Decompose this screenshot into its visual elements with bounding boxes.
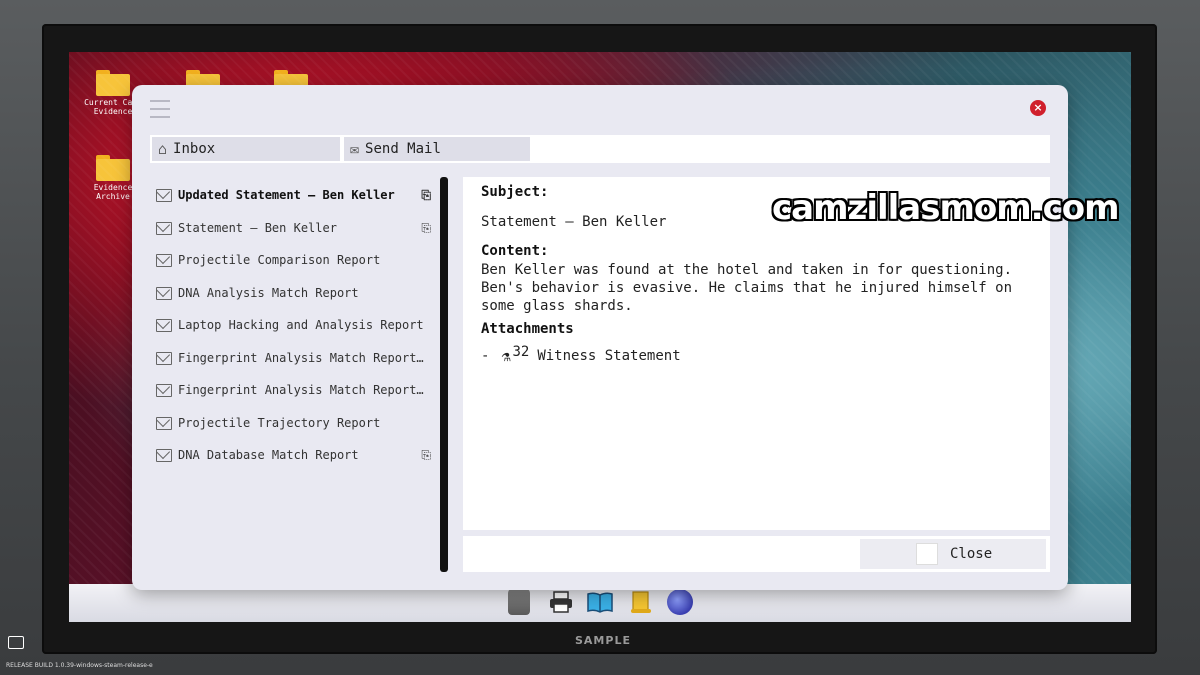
mail-footer: Close — [463, 536, 1050, 572]
content-body: Ben Keller was found at the hotel and ta… — [481, 262, 1013, 314]
book-icon[interactable] — [586, 589, 614, 615]
envelope-open-icon — [156, 253, 172, 267]
message-row[interactable]: Updated Statement — Ben Keller ⎘ — [156, 184, 431, 206]
envelope-open-icon — [156, 416, 172, 430]
envelope-open-icon — [156, 351, 172, 365]
envelope-open-icon — [156, 448, 172, 462]
tab-label: Send Mail — [365, 141, 441, 157]
message-subject: Fingerprint Analysis Match Report — … — [178, 351, 430, 365]
folder-icon — [96, 155, 130, 181]
inbox-icon: ⌂ — [158, 140, 168, 158]
build-label: RELEASE BUILD 1.0.39-windows-steam-relea… — [6, 662, 153, 669]
close-button-icon — [916, 543, 938, 565]
scroll-icon[interactable] — [628, 589, 654, 615]
attachment-item[interactable]: - ⚗ 32 Witness Statement — [481, 344, 1021, 365]
message-row[interactable]: Statement — Ben Keller ⎘ — [156, 217, 431, 239]
message-row[interactable]: DNA Database Match Report ⎘ — [156, 444, 431, 466]
attachment-prefix: - — [481, 348, 490, 364]
watermark-text: camzillasmom.com — [772, 188, 1120, 228]
close-button-label: Close — [950, 546, 993, 562]
message-row[interactable]: Projectile Trajectory Report — [156, 412, 431, 434]
globe-icon[interactable] — [667, 589, 693, 615]
message-subject: Statement — Ben Keller — [178, 221, 337, 235]
envelope-open-icon — [156, 318, 172, 332]
envelope-open-icon — [156, 286, 172, 300]
content-label: Content: — [481, 243, 549, 259]
message-list-scrollbar[interactable] — [440, 177, 448, 572]
tab-send-mail[interactable]: ✉ Send Mail — [344, 137, 530, 161]
message-row[interactable]: DNA Analysis Match Report — [156, 282, 431, 304]
hamburger-menu-icon[interactable] — [150, 100, 170, 118]
tab-label: Inbox — [173, 141, 216, 157]
paperclip-icon: ⎘ — [421, 447, 431, 462]
message-subject: Updated Statement — Ben Keller — [178, 188, 395, 202]
message-row[interactable]: Projectile Comparison Report — [156, 249, 431, 271]
printer-icon[interactable] — [548, 589, 574, 615]
message-subject: Laptop Hacking and Analysis Report — [178, 318, 424, 332]
trash-icon[interactable] — [508, 589, 530, 615]
microscope-icon: ⚗ — [501, 347, 511, 365]
folder-icon[interactable] — [8, 636, 24, 649]
envelope-open-icon — [156, 383, 172, 397]
message-subject: DNA Database Match Report — [178, 448, 359, 462]
message-row[interactable]: Fingerprint Analysis Match Report — … — [156, 347, 431, 369]
folder-icon — [96, 70, 130, 96]
mail-window: × ⌂ Inbox ✉ Send Mail Updated Statement … — [132, 85, 1068, 590]
message-row[interactable]: Fingerprint Analysis Match Report — … — [156, 379, 431, 401]
message-list: Updated Statement — Ben Keller ⎘ Stateme… — [150, 177, 440, 572]
message-row[interactable]: Laptop Hacking and Analysis Report — [156, 314, 431, 336]
paperclip-icon: ⎘ — [421, 220, 431, 235]
message-detail-pane: Subject: Statement — Ben Keller Content:… — [463, 177, 1050, 530]
envelope-open-icon — [156, 221, 172, 235]
mail-tab-bar: ⌂ Inbox ✉ Send Mail — [150, 135, 1050, 163]
envelope-icon — [156, 188, 172, 202]
message-subject: Projectile Comparison Report — [178, 253, 381, 267]
message-subject: DNA Analysis Match Report — [178, 286, 359, 300]
envelope-icon: ✉ — [350, 140, 360, 158]
paperclip-icon: ⎘ — [421, 187, 431, 202]
sample-label: SAMPLE — [575, 634, 631, 647]
close-button[interactable]: Close — [860, 539, 1046, 569]
message-subject: Fingerprint Analysis Match Report — … — [178, 383, 430, 397]
attachment-id: 32 — [512, 344, 530, 360]
window-close-button[interactable]: × — [1030, 100, 1046, 116]
attachment-name: Witness Statement — [537, 348, 681, 364]
message-subject: Projectile Trajectory Report — [178, 416, 381, 430]
tab-inbox[interactable]: ⌂ Inbox — [152, 137, 340, 161]
attachments-label: Attachments — [481, 321, 574, 337]
subject-label: Subject: — [481, 184, 549, 200]
